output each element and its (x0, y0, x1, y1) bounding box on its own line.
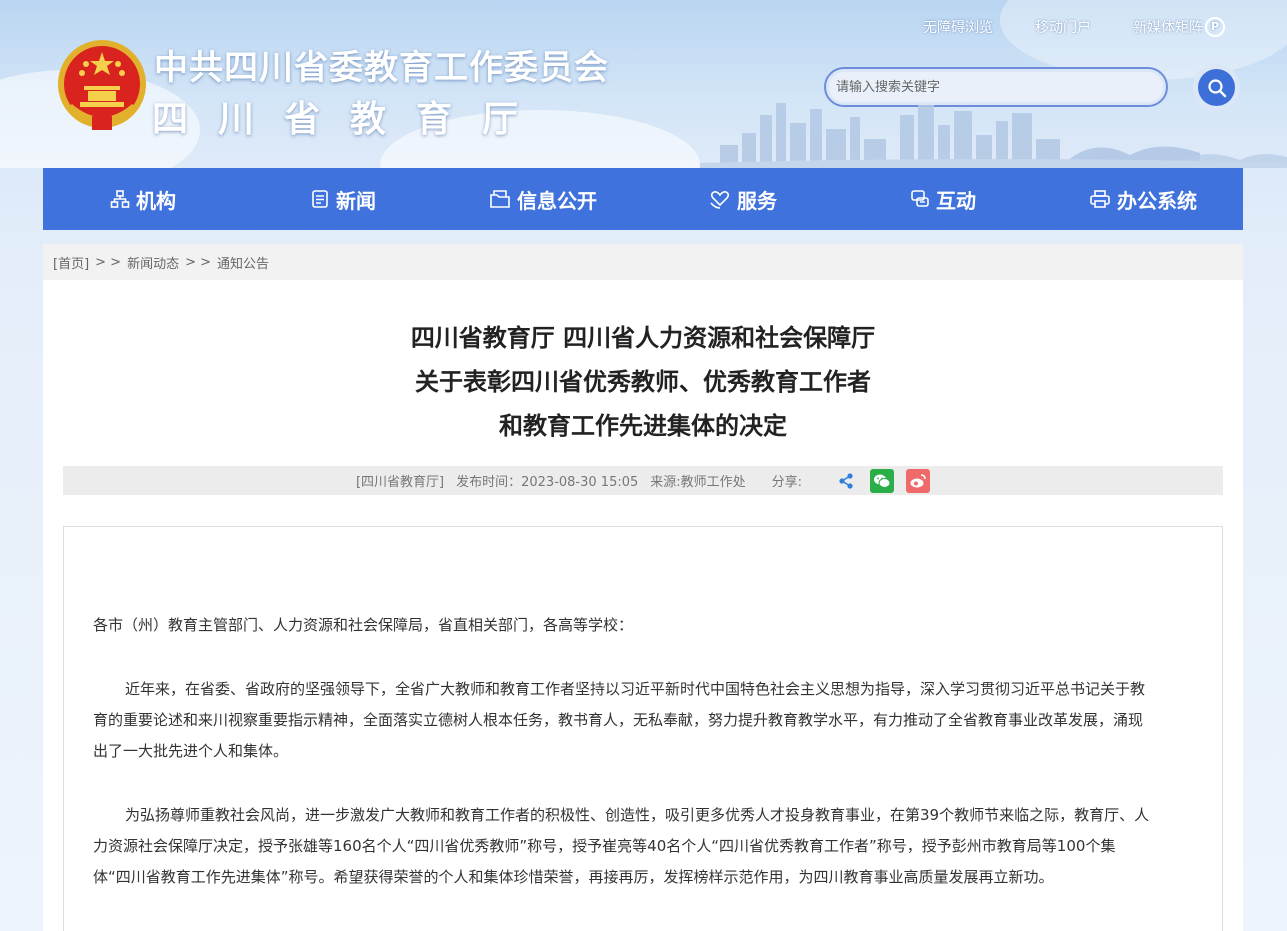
nav-item-org[interactable]: 机构 (43, 168, 243, 230)
nav-item-interaction[interactable]: 互动 (843, 168, 1043, 230)
nav-label-interaction: 互动 (936, 188, 976, 213)
mobile-portal-label: 移动门户 (1035, 20, 1091, 36)
org-icon (110, 190, 130, 208)
main-nav: 机构 新闻 信息公开 服务 互动 办公系统 (43, 168, 1243, 230)
nav-item-office-system[interactable]: 办公系统 (1043, 168, 1243, 230)
article-title-line-2: 关于表彰四川省优秀教师、优秀教育工作者 (415, 368, 871, 396)
article-title-line-3: 和教育工作先进集体的决定 (499, 412, 787, 440)
national-emblem-icon (58, 40, 146, 130)
article-publish-time: 发布时间：2023-08-30 15:05 (456, 475, 639, 490)
skyline-illustration (700, 103, 1287, 168)
share-button[interactable] (834, 469, 858, 493)
article-meta-bar: [四川省教育厅] 发布时间：2023-08-30 15:05 来源:教师工作处 … (63, 466, 1223, 495)
wechat-icon (874, 474, 891, 488)
chat-icon (911, 190, 929, 207)
nav-label-info-disclosure: 信息公开 (517, 188, 597, 213)
breadcrumb-news[interactable]: 新闻动态 (127, 253, 179, 272)
nav-item-service[interactable]: 服务 (643, 168, 843, 230)
wechat-share-button[interactable] (870, 468, 895, 493)
article-title-line-1: 四川省教育厅 四川省人力资源和社会保障厅 (410, 324, 876, 352)
nav-item-news[interactable]: 新闻 (243, 168, 443, 230)
article-paragraph: 为弘扬尊师重教社会风尚，进一步激发广大教师和教育工作者的积极性、创造性，吸引更多… (93, 806, 1150, 886)
article-source: 来源:教师工作处 (650, 475, 746, 490)
new-media-label: 新媒体矩阵 (1133, 20, 1203, 36)
folder-icon (490, 190, 510, 208)
share-icon (839, 472, 853, 489)
article-publisher: [四川省教育厅] (355, 475, 445, 490)
site-header: 中共四川省委教育工作委员会 四川省教育厅 无障碍浏览 移动门户 新媒体矩阵 P (0, 0, 1287, 168)
weibo-share-button[interactable] (906, 468, 931, 493)
site-subtitle: 四川省教育厅 (152, 99, 549, 140)
breadcrumb-notices[interactable]: 通知公告 (217, 253, 269, 272)
breadcrumb: [首页] > > 新闻动态 > > 通知公告 (43, 244, 1243, 280)
nav-item-info-disclosure[interactable]: 信息公开 (443, 168, 643, 230)
nav-label-office-system: 办公系统 (1117, 188, 1197, 213)
breadcrumb-separator: > > (185, 254, 212, 270)
nav-label-news: 新闻 (336, 188, 376, 213)
new-media-icon: P (1205, 17, 1225, 37)
mobile-portal-link[interactable]: 移动门户 (1035, 17, 1091, 37)
heart-hand-icon (710, 191, 730, 209)
top-links: 无障碍浏览 移动门户 新媒体矩阵 P (881, 17, 1225, 37)
breadcrumb-home[interactable]: [首页] (53, 253, 89, 272)
printer-icon (1090, 190, 1110, 208)
accessible-browse-link[interactable]: 无障碍浏览 (923, 17, 993, 37)
breadcrumb-separator: > > (95, 254, 122, 270)
article-salutation: 各市（州）教育主管部门、人力资源和社会保障局，省直相关部门，各高等学校： (93, 616, 634, 634)
nav-label-service: 服务 (737, 188, 777, 213)
content-panel: [首页] > > 新闻动态 > > 通知公告 四川省教育厅 四川省人力资源和社会… (43, 244, 1243, 931)
news-icon (312, 190, 328, 208)
nav-label-org: 机构 (136, 188, 176, 213)
weibo-icon (910, 473, 926, 487)
share-label: 分享: (771, 475, 803, 490)
new-media-link[interactable]: 新媒体矩阵 P (1133, 17, 1225, 37)
article-paragraph: 近年来，在省委、省政府的坚强领导下，全省广大教师和教育工作者坚持以习近平新时代中… (93, 680, 1146, 760)
site-title: 中共四川省委教育工作委员会 (154, 48, 609, 88)
